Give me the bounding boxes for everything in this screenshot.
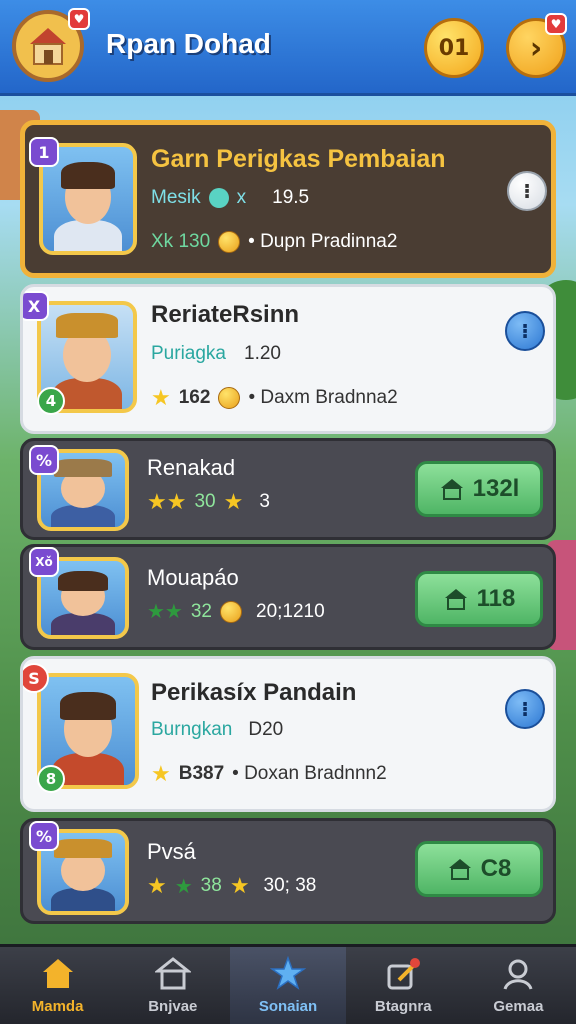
house-icon bbox=[30, 28, 66, 65]
info-button[interactable]: ⁝ bbox=[507, 171, 547, 211]
house-icon bbox=[448, 859, 471, 880]
coin-counter-button[interactable]: 01 bbox=[424, 18, 484, 78]
player-name: Perikasíx Pandain bbox=[151, 679, 357, 706]
coin-icon bbox=[220, 600, 242, 623]
nav-item-social[interactable]: Sonaian bbox=[230, 947, 346, 1024]
home-button[interactable]: ♥ bbox=[12, 8, 90, 82]
list-item[interactable]: % Pvsá ★ ★ 38 ★ 30; 38 C8 bbox=[20, 818, 556, 924]
buy-button[interactable]: C8 bbox=[415, 841, 543, 897]
player-name: Renakad bbox=[147, 455, 236, 480]
star-icon: ★★ bbox=[147, 489, 187, 514]
stat-line: Xk 130 • Dupn Pradinna2 bbox=[151, 231, 398, 253]
coin-icon bbox=[218, 387, 241, 409]
star-icon: ★ bbox=[223, 489, 244, 514]
rank-badge: S bbox=[23, 663, 49, 693]
stat-line: Puriagka 1.20 bbox=[151, 343, 281, 364]
stat-line: ★★ 30 ★ 3 bbox=[147, 489, 270, 514]
stat-line: ★ ★ 38 ★ 30; 38 bbox=[147, 873, 317, 898]
list-item[interactable]: X 4 ReriateRsinn Puriagka 1.20 ★ 162 • D… bbox=[20, 284, 556, 434]
star-icon: ★ bbox=[174, 875, 193, 898]
star-icon: ★ bbox=[151, 385, 171, 410]
star-icon: ★★ bbox=[147, 601, 183, 623]
coin-icon bbox=[218, 231, 241, 253]
edit-icon bbox=[387, 958, 421, 990]
nav-item-profile[interactable]: Gemaa bbox=[461, 947, 576, 1024]
nav-item-shop[interactable]: Bnjvae bbox=[115, 947, 230, 1024]
star-icon: ★ bbox=[147, 873, 167, 898]
info-button[interactable]: ⁝ bbox=[505, 311, 545, 351]
nav-item-edit[interactable]: Btagnra bbox=[346, 947, 461, 1024]
nav-item-home[interactable]: Mamda bbox=[0, 947, 115, 1024]
app-title: Rpan Dohad bbox=[106, 28, 271, 59]
buy-button[interactable]: 132l bbox=[415, 461, 543, 517]
star-icon: ★ bbox=[229, 873, 250, 898]
list-item[interactable]: 1 Garn Perigkas Pembaian Mesik x 19.5 Xk… bbox=[20, 120, 556, 278]
star-icon: ★ bbox=[151, 761, 171, 786]
stat-line: ★★ 32 20;1210 bbox=[147, 600, 325, 623]
info-button[interactable]: ⁝ bbox=[505, 689, 545, 729]
player-name: Garn Perigkas Pembaian bbox=[151, 145, 446, 173]
list-item[interactable]: % Renakad ★★ 30 ★ 3 132l bbox=[20, 438, 556, 540]
top-bar: ♥ Rpan Dohad 01 › ♥ bbox=[0, 0, 576, 96]
bottom-navigation: Mamda Bnjvae Sonaian Btagnra Gemaa bbox=[0, 944, 576, 1024]
level-badge: 8 bbox=[37, 765, 65, 793]
stat-line: ★ 162 • Daxm Bradnna2 bbox=[151, 385, 398, 410]
rank-badge: Xǒ bbox=[29, 547, 59, 577]
gem-icon bbox=[208, 188, 229, 208]
chevron-right-icon: › bbox=[529, 30, 543, 66]
house-icon bbox=[444, 589, 467, 610]
stat-line: Burngkan D20 bbox=[151, 719, 284, 740]
rank-badge: % bbox=[29, 821, 59, 851]
next-button[interactable]: › ♥ bbox=[506, 13, 567, 78]
buy-button[interactable]: 118 bbox=[415, 571, 543, 627]
shop-icon bbox=[154, 957, 191, 990]
rank-badge: X bbox=[23, 291, 49, 321]
house-icon bbox=[440, 479, 463, 500]
notification-badge: ♥ bbox=[68, 8, 90, 30]
rank-badge: 1 bbox=[29, 137, 59, 167]
rank-badge: % bbox=[29, 445, 59, 475]
player-name: Mouapáo bbox=[147, 565, 239, 590]
list-item[interactable]: S 8 Perikasíx Pandain Burngkan D20 ★ B38… bbox=[20, 656, 556, 812]
profile-icon bbox=[503, 959, 533, 990]
notification-badge: ♥ bbox=[545, 13, 567, 35]
list-item[interactable]: Xǒ Mouapáo ★★ 32 20;1210 118 bbox=[20, 544, 556, 650]
stat-line: Mesik x 19.5 bbox=[151, 187, 310, 208]
star-icon bbox=[270, 956, 306, 990]
stat-line: ★ B387 • Doxan Bradnnn2 bbox=[151, 761, 387, 786]
home-icon bbox=[42, 959, 73, 988]
player-name: ReriateRsinn bbox=[151, 301, 300, 328]
player-name: Pvsá bbox=[147, 839, 196, 864]
level-badge: 4 bbox=[37, 387, 65, 415]
